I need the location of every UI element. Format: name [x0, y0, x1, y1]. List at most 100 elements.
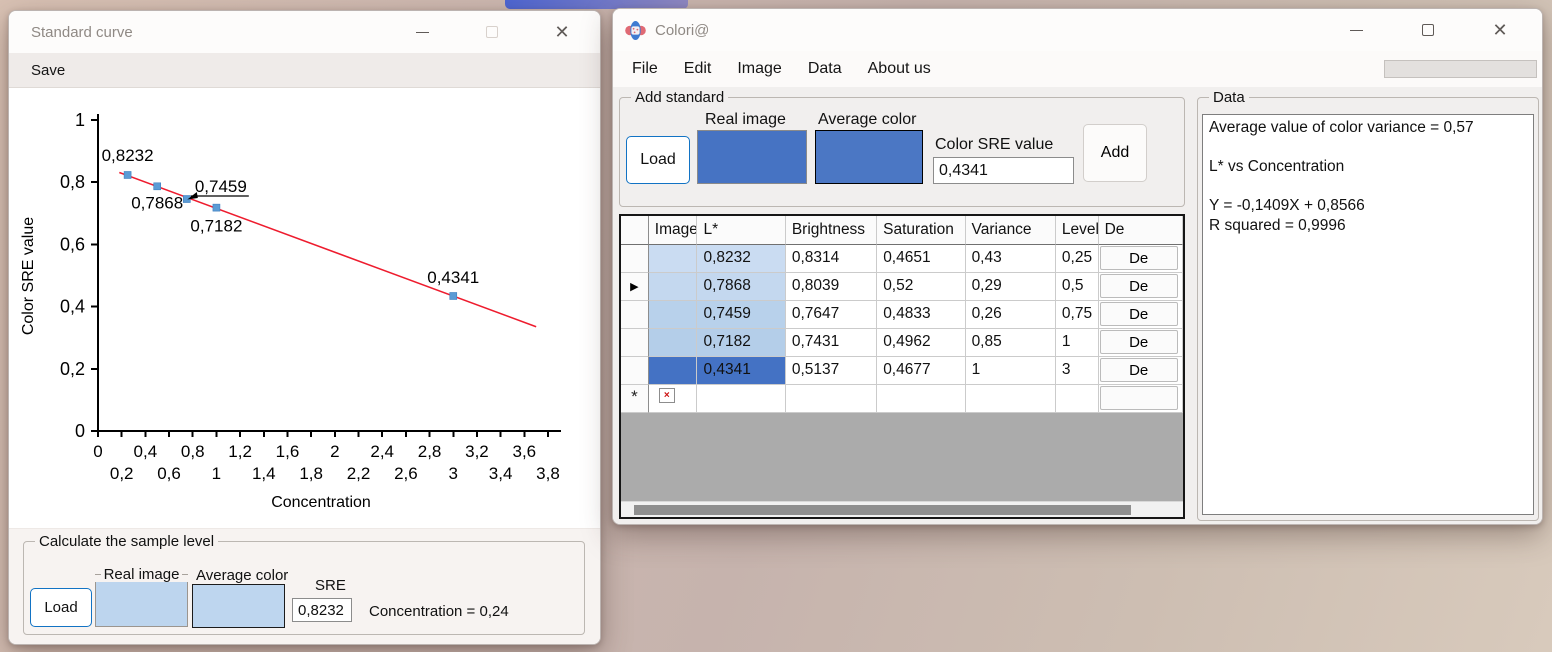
grid-header-L*[interactable]: L* [697, 216, 785, 245]
l-star-cell[interactable]: 0,4341 [697, 357, 785, 385]
real-image-group: Real image [95, 566, 188, 583]
point-label: 0,7182 [190, 217, 242, 236]
menu-item-data[interactable]: Data [795, 54, 855, 84]
groupbox-title: Add standard [631, 89, 728, 106]
menu-item-file[interactable]: File [619, 54, 671, 84]
grid-header-Brightness[interactable]: Brightness [786, 216, 877, 245]
saturation-cell[interactable]: 0,4962 [877, 329, 965, 357]
saturation-cell[interactable]: 0,52 [877, 273, 965, 301]
calculate-sample-panel: Calculate the sample level Load Real ima… [9, 528, 600, 644]
row-header[interactable] [621, 357, 649, 385]
row-header[interactable] [621, 245, 649, 273]
menu-item-edit[interactable]: Edit [671, 54, 725, 84]
color-sre-value-label: Color SRE value [935, 136, 1053, 154]
level-cell[interactable]: 1 [1056, 329, 1099, 357]
groupbox-title: Calculate the sample level [35, 533, 218, 550]
grid-header-Variance[interactable]: Variance [966, 216, 1056, 245]
image-cell[interactable] [649, 245, 698, 273]
add-button[interactable]: Add [1083, 124, 1147, 182]
x-tick-label: 1,8 [299, 464, 323, 483]
delete-cell: De [1099, 273, 1183, 301]
delete-button[interactable]: De [1100, 246, 1178, 270]
concentration-result-text: Concentration = 0,24 [369, 603, 509, 620]
image-cell[interactable] [649, 301, 698, 329]
close-button[interactable]: ✕ [1490, 20, 1510, 40]
empty-cell[interactable] [786, 385, 877, 413]
brightness-cell[interactable]: 0,7647 [786, 301, 877, 329]
image-cell[interactable]: × [649, 385, 698, 413]
close-button[interactable]: ✕ [552, 22, 572, 42]
saturation-cell[interactable]: 0,4651 [877, 245, 965, 273]
maximize-button[interactable] [1418, 20, 1438, 40]
empty-cell[interactable] [697, 385, 785, 413]
variance-cell[interactable]: 0,43 [966, 245, 1056, 273]
row-header[interactable]: ▶ [621, 273, 649, 301]
variance-cell[interactable]: 0,29 [966, 273, 1056, 301]
data-point [450, 292, 457, 299]
minimize-button[interactable] [412, 22, 432, 42]
variance-cell[interactable]: 0,26 [966, 301, 1056, 329]
new-row: *× [621, 385, 1183, 413]
maximize-button[interactable] [482, 22, 502, 42]
color-sre-value-input[interactable] [933, 157, 1074, 184]
grid-header-Image[interactable]: Image [649, 216, 698, 245]
grid-header-corner[interactable] [621, 216, 649, 245]
data-results-textbox[interactable]: Average value of color variance = 0,57L*… [1202, 114, 1534, 515]
saturation-cell[interactable]: 0,4833 [877, 301, 965, 329]
grid-header-Saturation[interactable]: Saturation [877, 216, 965, 245]
image-cell[interactable] [649, 273, 698, 301]
delete-button[interactable] [1100, 386, 1178, 410]
variance-cell[interactable]: 0,85 [966, 329, 1056, 357]
table-row: 0,43410,51370,467713De [621, 357, 1183, 385]
data-text-line: L* vs Concentration [1209, 157, 1527, 177]
brightness-cell[interactable]: 0,7431 [786, 329, 877, 357]
scrollbar-thumb[interactable] [634, 505, 1131, 515]
variance-cell[interactable]: 1 [966, 357, 1056, 385]
menu-item-save[interactable]: Save [19, 56, 77, 85]
x-tick-label: 1,4 [252, 464, 276, 483]
minimize-button[interactable] [1346, 20, 1366, 40]
new-row-header[interactable]: * [621, 385, 649, 413]
empty-cell[interactable] [877, 385, 965, 413]
brightness-cell[interactable]: 0,8314 [786, 245, 877, 273]
l-star-cell[interactable]: 0,7182 [697, 329, 785, 357]
grid-header-De[interactable]: De [1099, 216, 1183, 245]
x-tick-label: 3 [449, 464, 458, 483]
x-tick-label: 0,6 [157, 464, 181, 483]
row-header[interactable] [621, 301, 649, 329]
level-cell[interactable]: 0,75 [1056, 301, 1099, 329]
empty-cell[interactable] [1056, 385, 1099, 413]
delete-button[interactable]: De [1100, 358, 1178, 382]
delete-button[interactable]: De [1100, 302, 1178, 326]
new-row-indicator: * [631, 387, 638, 406]
level-cell[interactable]: 0,25 [1056, 245, 1099, 273]
table-row: 0,71820,74310,49620,851De [621, 329, 1183, 357]
brightness-cell[interactable]: 0,8039 [786, 273, 877, 301]
l-star-cell[interactable]: 0,8232 [697, 245, 785, 273]
image-cell[interactable] [649, 329, 698, 357]
row-header[interactable] [621, 329, 649, 357]
l-star-cell[interactable]: 0,7868 [697, 273, 785, 301]
menu-item-about-us[interactable]: About us [855, 54, 944, 84]
l-star-cell[interactable]: 0,7459 [697, 301, 785, 329]
load-sample-button[interactable]: Load [30, 588, 92, 627]
brightness-cell[interactable]: 0,5137 [786, 357, 877, 385]
point-label: 0,7868 [131, 193, 183, 212]
delete-button[interactable]: De [1100, 274, 1178, 298]
menu-item-image[interactable]: Image [724, 54, 794, 84]
level-cell[interactable]: 3 [1056, 357, 1099, 385]
image-cell[interactable] [649, 357, 698, 385]
standard-curve-titlebar[interactable]: Standard curve ✕ [9, 11, 600, 53]
load-standard-button[interactable]: Load [626, 136, 690, 184]
horizontal-scrollbar[interactable] [621, 501, 1183, 517]
colori-titlebar[interactable]: Colori@ ✕ [613, 9, 1542, 51]
empty-cell[interactable] [966, 385, 1056, 413]
grid-header-Level[interactable]: Level [1056, 216, 1099, 245]
sre-value-input[interactable] [292, 598, 352, 622]
colori-content: Add standard Load Real image Average col… [613, 87, 1542, 524]
data-text-line [1209, 138, 1527, 158]
y-tick-label: 0 [75, 421, 85, 441]
delete-button[interactable]: De [1100, 330, 1178, 354]
level-cell[interactable]: 0,5 [1056, 273, 1099, 301]
saturation-cell[interactable]: 0,4677 [877, 357, 965, 385]
